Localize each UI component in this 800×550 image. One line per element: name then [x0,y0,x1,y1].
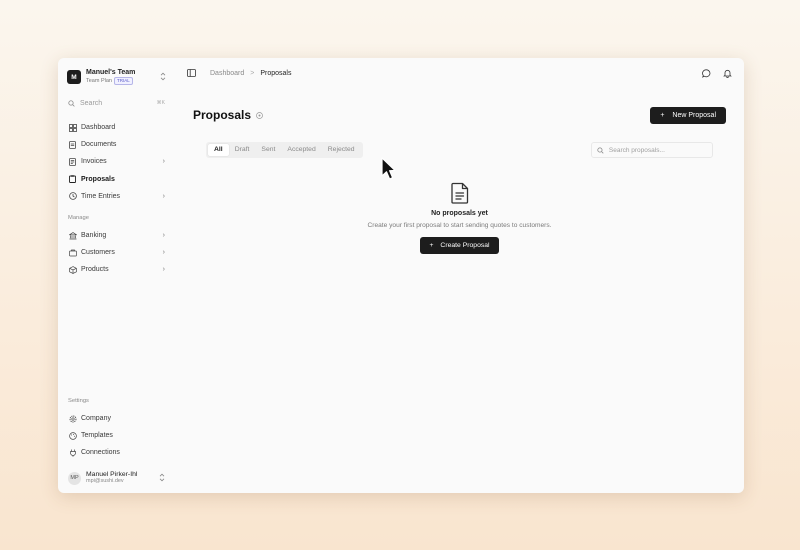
sidebar-search[interactable]: Search ⌘K [64,94,169,112]
search-label: Search [80,99,103,107]
empty-title: No proposals yet [431,210,488,217]
chevron-right-icon: › [162,266,165,274]
trial-badge: TRIAL [114,77,133,85]
app-window: M Manuel's Team Team Plan TRIAL Search ⌘K… [58,58,744,493]
user-email: mpi@sushi.dev [86,478,124,484]
page-title: Proposals [193,108,252,122]
team-name: Manuel's Team [86,69,136,76]
invoice-icon [68,157,77,166]
manage-section-label: Manage [68,214,89,221]
sidebar-item-banking[interactable]: Banking › [64,227,169,244]
gear-icon [68,414,77,423]
palette-icon [68,431,77,440]
breadcrumb-dashboard[interactable]: Dashboard [210,70,244,77]
tab-rejected[interactable]: Rejected [322,144,361,156]
search-input[interactable] [608,146,707,154]
sidebar-item-time-entries[interactable]: Time Entries › [64,188,169,205]
document-icon [193,182,726,204]
chevron-right-icon: › [162,249,165,257]
team-switcher[interactable]: M Manuel's Team Team Plan TRIAL [64,64,169,90]
clock-icon [68,192,77,201]
sidebar-item-customers[interactable]: Customers › [64,244,169,261]
tab-accepted[interactable]: Accepted [281,144,321,156]
manage-nav: Banking › Customers › Products › [64,227,169,279]
team-avatar: M [67,70,81,84]
avatar: MP [68,471,81,485]
mouse-cursor-icon [381,157,396,186]
sidebar-item-connections[interactable]: Connections [64,444,169,461]
settings-section-label: Settings [68,398,89,404]
tab-sent[interactable]: Sent [255,144,281,156]
sidebar-item-templates[interactable]: Templates [64,427,169,444]
plus-icon: + [660,111,665,119]
chevron-up-down-icon [160,72,166,82]
sidebar-toggle-icon[interactable] [187,69,196,77]
search-icon [597,146,604,154]
breadcrumb: Dashboard > Proposals [210,70,291,77]
top-bar: Dashboard > Proposals [175,58,744,88]
sidebar-item-proposals[interactable]: Proposals [64,171,169,188]
tab-all[interactable]: All [208,144,229,156]
sidebar: M Manuel's Team Team Plan TRIAL Search ⌘K… [58,58,175,493]
sidebar-item-invoices[interactable]: Invoices › [64,153,169,170]
main-content: Dashboard > Proposals Proposals + New Pr… [175,58,744,493]
user-menu[interactable]: MP Manuel Pirker-Ihl mpi@sushi.dev [64,469,169,487]
team-plan: Team Plan [86,78,112,84]
bell-icon[interactable] [723,69,732,78]
users-icon [68,248,77,257]
proposal-search [591,142,713,158]
chevron-right-icon: › [162,192,165,200]
clipboard-icon [68,175,77,184]
settings-section: Settings Company Templates Connections [64,398,169,462]
breadcrumb-separator: > [250,69,255,77]
sidebar-item-dashboard[interactable]: Dashboard [64,119,169,136]
empty-state: No proposals yet Create your first propo… [193,182,726,254]
plug-icon [68,448,77,457]
info-icon[interactable] [256,111,263,119]
create-proposal-button[interactable]: + Create Proposal [420,237,499,254]
new-proposal-button[interactable]: + New Proposal [650,106,726,124]
chat-icon[interactable] [702,68,711,78]
chevron-up-down-icon [159,473,165,483]
sidebar-item-documents[interactable]: Documents [64,136,169,153]
box-icon [68,265,77,274]
plus-icon: + [429,242,434,249]
search-icon [68,99,75,107]
grid-icon [68,123,77,132]
chevron-right-icon: › [162,158,165,166]
main-nav: Dashboard Documents Invoices › Proposals… [64,119,169,205]
search-shortcut: ⌘K [156,100,165,106]
proposals-card: All Draft Sent Accepted Rejected Search … [193,142,726,292]
empty-description: Create your first proposal to start send… [367,222,552,229]
document-icon [68,140,77,149]
filter-tabs: All Draft Sent Accepted Rejected [206,142,363,158]
breadcrumb-current: Proposals [260,69,292,77]
tab-draft[interactable]: Draft [229,144,256,156]
bank-icon [68,231,77,240]
chevron-right-icon: › [162,232,165,240]
sidebar-item-company[interactable]: Company [64,410,169,427]
sidebar-item-products[interactable]: Products › [64,261,169,278]
user-name: Manuel Pirker-Ihl [86,470,138,478]
